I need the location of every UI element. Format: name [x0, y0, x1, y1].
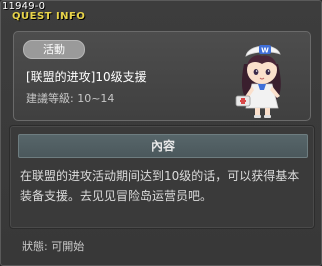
level-requirement: 建議等級: 10~14 — [26, 92, 115, 105]
quest-name: [联盟的进攻]10级支援 — [26, 70, 147, 84]
content-header: 內容 — [18, 134, 308, 158]
svg-text:W: W — [261, 47, 269, 55]
category-badge: 活動 — [23, 40, 85, 59]
content-description: 在联盟的进攻活动期间达到10级的话，可以获得基本装备支援。去见见冒险岛运营员吧。 — [20, 169, 300, 203]
quest-info-window: 11949-0 QUEST INFO 活動 [联盟的进攻]10级支援 建議等級:… — [0, 0, 322, 266]
quest-status: 狀態: 可開始 — [22, 240, 85, 253]
npc-operator-icon: W — [235, 45, 281, 118]
quest-content-panel: 內容 在联盟的进攻活动期间达到10级的话，可以获得基本装备支援。去见见冒险岛运营… — [9, 125, 315, 229]
window-title: QUEST INFO — [12, 11, 86, 22]
quest-header-panel: 活動 [联盟的进攻]10级支援 建議等級: 10~14 W — [13, 31, 311, 121]
